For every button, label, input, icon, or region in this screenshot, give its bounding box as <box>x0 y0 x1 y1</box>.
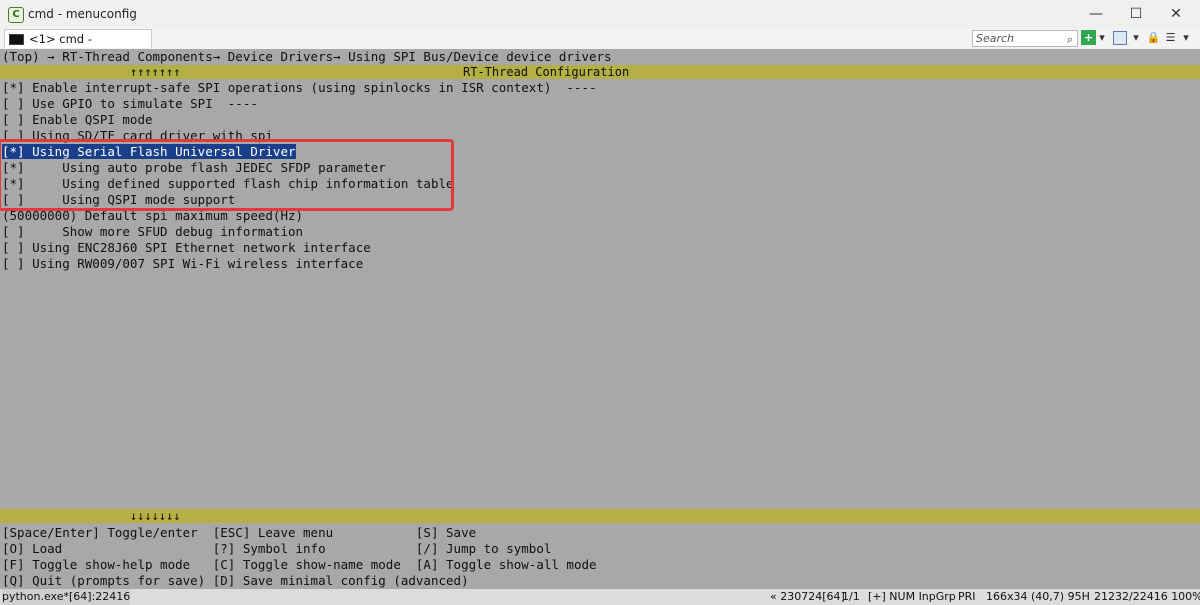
config-title: RT-Thread Configuration <box>463 65 630 79</box>
menu-item[interactable]: [ ] Enable QSPI mode <box>2 112 153 128</box>
pid-zoom-indicator: 21232/22416 100% <box>1094 590 1200 603</box>
close-button[interactable]: ✕ <box>1156 4 1196 24</box>
add-icon[interactable]: + <box>1081 30 1096 45</box>
help-line: [Q] Quit (prompts for save) [D] Save min… <box>2 573 469 588</box>
page-indicator: 1/1 <box>842 590 860 603</box>
menu-icon[interactable]: ☰ <box>1163 30 1178 45</box>
lock-icon[interactable]: 🔒 <box>1146 30 1161 45</box>
priority-indicator: PRI <box>958 590 976 603</box>
highlight-annotation-box <box>0 139 454 211</box>
cursor-position: (40,7) 95H <box>1031 590 1090 603</box>
help-line: [F] Toggle show-help mode [C] Toggle sho… <box>2 557 597 572</box>
help-line: [Space/Enter] Toggle/enter [ESC] Leave m… <box>2 525 477 540</box>
menu-item[interactable]: [*] Enable interrupt-safe SPI operations… <box>2 80 597 96</box>
process-indicator[interactable]: python.exe*[64]:22416 <box>2 589 131 605</box>
menu-item[interactable]: [ ] Show more SFUD debug information <box>2 224 303 240</box>
maximize-button[interactable]: ☐ <box>1116 4 1156 24</box>
view-icon[interactable] <box>1113 31 1127 45</box>
menu-item[interactable]: [ ] Use GPIO to simulate SPI ---- <box>2 96 258 112</box>
terminal-area[interactable]: (Top) → RT-Thread Components→ Device Dri… <box>0 49 1200 589</box>
scroll-up-arrows: ↑↑↑↑↑↑↑ <box>130 65 181 79</box>
tab-toolbar: <1> cmd - menuconfi... Search ⌕ + ▾ ▾ 🔒 … <box>0 28 1200 64</box>
menu-item[interactable]: [ ] Using RW009/007 SPI Wi-Fi wireless i… <box>2 256 363 272</box>
console-icon <box>9 34 24 45</box>
console-tab[interactable]: <1> cmd - menuconfi... <box>4 29 152 64</box>
breadcrumb: (Top) → RT-Thread Components→ Device Dri… <box>2 49 612 64</box>
search-input[interactable]: Search ⌕ <box>972 30 1078 47</box>
dropdown-icon[interactable]: ▾ <box>1097 30 1107 45</box>
input-mode-indicator: [+] NUM InpGrp <box>868 590 956 603</box>
conemu-app-icon: C <box>8 7 24 23</box>
menu-item[interactable]: [ ] Using ENC28J60 SPI Ethernet network … <box>2 240 371 256</box>
window-title: cmd - menuconfig <box>28 7 137 21</box>
config-footer-bar: ↓↓↓↓↓↓↓ <box>0 509 1200 523</box>
console-size: 166x34 <box>986 590 1028 603</box>
minimize-button[interactable]: — <box>1076 4 1116 24</box>
scroll-down-arrows: ↓↓↓↓↓↓↓ <box>130 509 181 523</box>
status-bar: python.exe*[64]:22416 « 230724[64] 1/1 [… <box>0 589 1200 605</box>
help-line: [O] Load [?] Symbol info [/] Jump to sym… <box>2 541 552 556</box>
dropdown-icon[interactable]: ▾ <box>1131 30 1141 45</box>
search-icon[interactable]: ⌕ <box>1067 32 1073 47</box>
dropdown-icon[interactable]: ▾ <box>1181 30 1191 45</box>
search-placeholder: Search <box>976 32 1015 45</box>
config-header-bar: ↑↑↑↑↑↑↑ RT-Thread Configuration <box>0 65 1200 79</box>
build-indicator: « 230724[64] <box>770 590 845 603</box>
title-bar: C cmd - menuconfig — ☐ ✕ <box>0 0 1200 28</box>
